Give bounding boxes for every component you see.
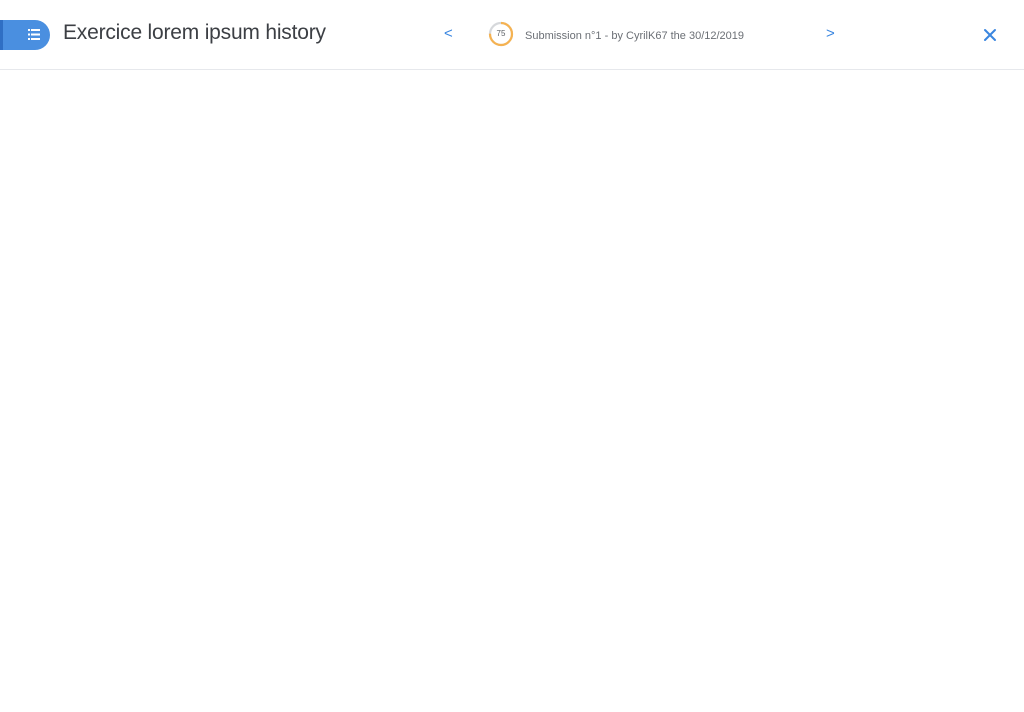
list-icon bbox=[28, 29, 40, 40]
history-page: Exercice lorem ipsum history < 75 Submis… bbox=[0, 0, 1024, 712]
history-content-area bbox=[0, 71, 1024, 712]
previous-submission-button[interactable]: < bbox=[444, 24, 453, 44]
next-submission-button[interactable]: > bbox=[826, 24, 835, 44]
menu-button[interactable] bbox=[0, 20, 50, 50]
score-value: 75 bbox=[496, 29, 506, 38]
score-ring: 75 bbox=[488, 21, 514, 47]
header-bar: Exercice lorem ipsum history < 75 Submis… bbox=[0, 0, 1024, 70]
submission-info: Submission n°1 - by CyrilK67 the 30/12/2… bbox=[525, 30, 745, 42]
close-icon bbox=[984, 29, 996, 41]
page-title: Exercice lorem ipsum history bbox=[63, 21, 326, 44]
close-button[interactable] bbox=[980, 25, 1000, 45]
